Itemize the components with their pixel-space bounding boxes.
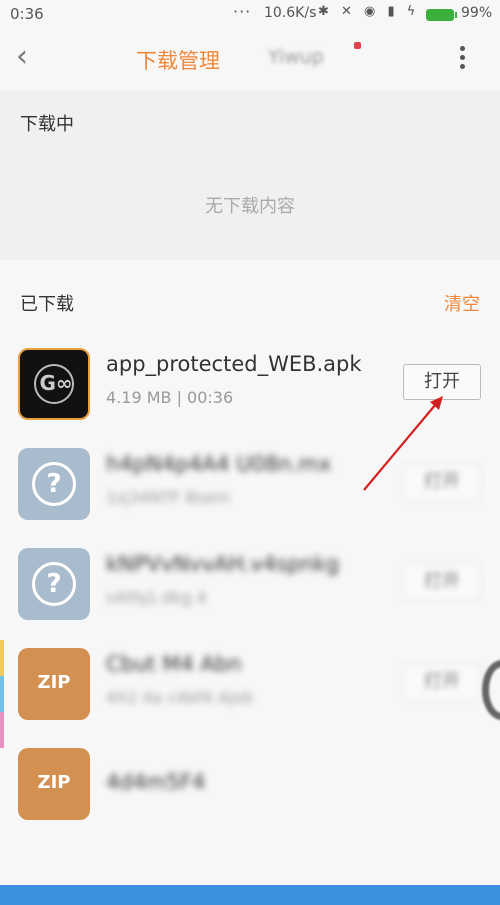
page-title: 下载管理 xyxy=(136,49,220,73)
file-name: h4pN4p4A4 U08n.mx xyxy=(106,452,332,476)
status-icons: ✱ ✕ ◉ ▮ ϟ xyxy=(318,4,420,19)
file-name: app_protected_WEB.apk xyxy=(106,352,362,376)
secondary-tab-title[interactable]: Yiwup xyxy=(268,46,324,68)
notification-dots: ··· xyxy=(233,2,252,21)
list-item[interactable]: ? h4pN4p4A4 U08n.mx 1sj34NTF Bsem 打开 xyxy=(0,442,500,538)
open-button[interactable]: 打开 xyxy=(403,364,481,400)
empty-message: 无下载内容 xyxy=(205,196,295,217)
edge-strip xyxy=(0,640,4,750)
open-button[interactable]: 打开 xyxy=(403,564,481,600)
battery-percent: 99% xyxy=(461,5,493,21)
unknown-file-icon: ? xyxy=(18,548,90,620)
app-logo-icon: G∞ xyxy=(18,348,90,420)
file-name: kNPVvNvvAH.v4spnkg xyxy=(106,552,340,576)
app-header: ‹ 下载管理 Yiwup xyxy=(0,28,500,90)
file-meta: 4X2 4a c4bf4 Ajob xyxy=(106,688,253,707)
notification-badge xyxy=(354,42,361,49)
list-item[interactable]: ZIP Cbut M4 Abn 4X2 4a c4bf4 Ajob 打开 xyxy=(0,642,500,738)
list-item[interactable]: G∞ app_protected_WEB.apk 4.19 MB | 00:36… xyxy=(0,342,500,438)
zip-file-icon: ZIP xyxy=(18,748,90,820)
downloading-title: 下载中 xyxy=(20,114,74,135)
downloaded-title: 已下载 xyxy=(20,294,74,315)
battery-icon xyxy=(426,9,457,21)
open-button[interactable]: 打开 xyxy=(403,664,481,700)
unknown-file-icon: ? xyxy=(18,448,90,520)
navigation-bar xyxy=(0,885,500,905)
file-name: 4d4m5F4 xyxy=(106,770,206,794)
list-item[interactable]: ? kNPVvNvvAH.v4spnkg s4tfq1.dkg 4 打开 xyxy=(0,542,500,638)
more-options-icon[interactable] xyxy=(452,46,472,72)
file-meta: 4.19 MB | 00:36 xyxy=(106,388,234,407)
zip-file-icon: ZIP xyxy=(18,648,90,720)
network-speed: 10.6K/s xyxy=(264,5,317,21)
list-item[interactable]: ZIP 4d4m5F4 xyxy=(0,742,500,838)
file-meta: s4tfq1.dkg 4 xyxy=(106,588,207,607)
status-time: 0:36 xyxy=(10,5,44,23)
clear-button[interactable]: 清空 xyxy=(444,290,480,316)
file-name: Cbut M4 Abn xyxy=(106,652,242,676)
open-button[interactable]: 打开 xyxy=(403,464,481,500)
status-bar: 0:36 ··· 10.6K/s ✱ ✕ ◉ ▮ ϟ 99% xyxy=(0,0,500,28)
downloading-section: 下载中 无下载内容 xyxy=(0,90,500,260)
file-meta: 1sj34NTF Bsem xyxy=(106,488,231,507)
back-icon[interactable]: ‹ xyxy=(16,42,44,74)
downloaded-section: 已下载 清空 G∞ app_protected_WEB.apk 4.19 MB … xyxy=(0,270,500,885)
